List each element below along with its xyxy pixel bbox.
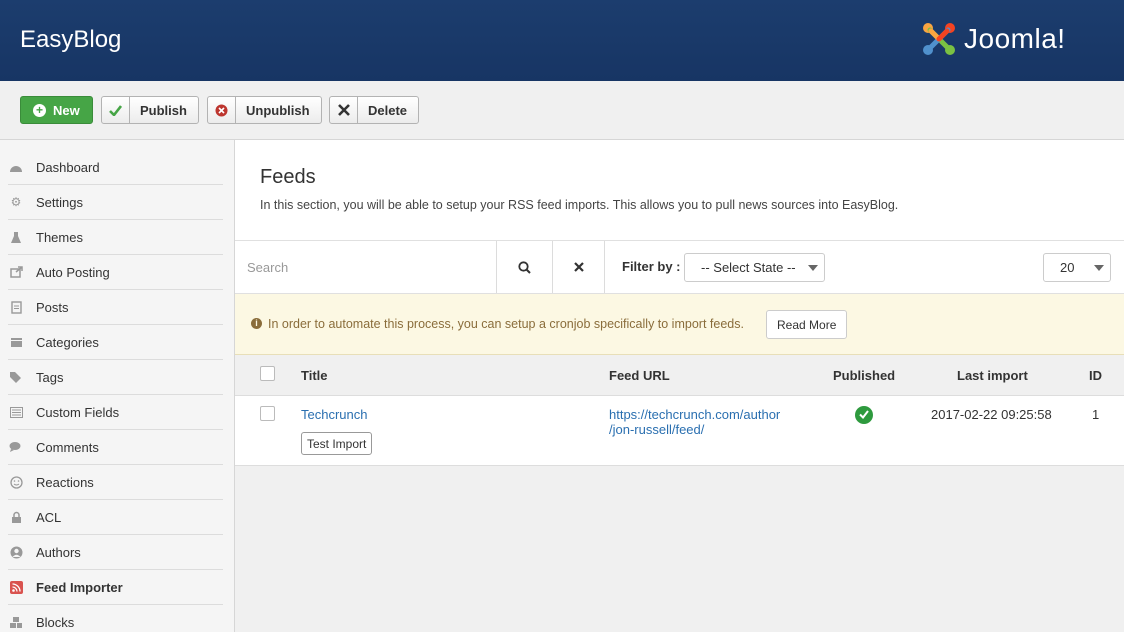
dashboard-icon [8, 159, 24, 175]
publish-button-label: Publish [140, 102, 187, 118]
page-header: Feeds In this section, you will be able … [235, 140, 1124, 240]
smile-icon [8, 474, 24, 490]
app-header: EasyBlog Joomla! [0, 0, 1124, 81]
limit-select-value: 20 [1060, 260, 1075, 275]
sidebar-item-posts[interactable]: Posts [8, 290, 223, 325]
chevron-down-icon [808, 265, 818, 271]
list-icon [8, 404, 24, 420]
close-icon [330, 97, 358, 123]
sidebar-item-blocks[interactable]: Blocks [8, 605, 223, 632]
lock-icon [8, 509, 24, 525]
id-value: 1 [1092, 407, 1100, 422]
select-all-checkbox[interactable] [260, 366, 275, 381]
filter-bar: Filter by : -- Select State -- 20 [235, 240, 1124, 294]
test-import-button[interactable]: Test Import [301, 432, 373, 455]
sidebar-item-label: Auto Posting [36, 264, 110, 280]
sidebar-item-categories[interactable]: Categories [8, 325, 223, 360]
sidebar-item-dashboard[interactable]: Dashboard [8, 150, 223, 185]
cronjob-notice: i In order to automate this process, you… [235, 294, 1124, 355]
unpublish-icon [208, 97, 236, 123]
column-last-import[interactable]: Last import [957, 368, 1028, 383]
state-select-value: -- Select State -- [701, 260, 796, 275]
notice-text: In order to automate this process, you c… [268, 317, 744, 331]
sidebar-item-comments[interactable]: Comments [8, 430, 223, 465]
user-icon [8, 544, 24, 560]
last-import-value: 2017-02-22 09:25:58 [931, 407, 1052, 422]
feed-url-line-1: https://techcrunch.com/author [609, 407, 781, 422]
gear-icon: ⚙ [10, 195, 22, 209]
close-icon [573, 262, 584, 272]
feed-title-link[interactable]: Techcrunch [301, 407, 367, 422]
state-select[interactable]: -- Select State -- [684, 253, 825, 282]
joomla-logo[interactable]: Joomla! [920, 20, 1066, 58]
sidebar-item-label: Tags [36, 369, 64, 385]
publish-button[interactable]: Publish [101, 96, 199, 124]
sidebar-item-acl[interactable]: ACL [8, 500, 223, 535]
search-button[interactable] [497, 241, 553, 293]
sidebar-item-themes[interactable]: Themes [8, 220, 223, 255]
new-button[interactable]: + New [20, 96, 93, 124]
unpublish-button-label: Unpublish [246, 102, 310, 118]
sidebar: Dashboard ⚙ Settings Themes Auto Posting… [0, 140, 235, 632]
sidebar-item-settings[interactable]: ⚙ Settings [8, 185, 223, 220]
sidebar-item-authors[interactable]: Authors [8, 535, 223, 570]
search-icon [518, 260, 531, 274]
table-header: Title Feed URL Published Last import ID [235, 355, 1124, 396]
sidebar-item-reactions[interactable]: Reactions [8, 465, 223, 500]
sidebar-item-label: Authors [36, 544, 81, 560]
chevron-down-icon [1094, 265, 1104, 271]
table-row: Techcrunch Test Import https://techcrunc… [235, 396, 1124, 466]
plus-icon: + [33, 103, 46, 117]
unpublish-button[interactable]: Unpublish [207, 96, 322, 124]
sidebar-item-label: ACL [36, 509, 62, 525]
page-title: Feeds [260, 166, 316, 188]
rss-icon [8, 579, 24, 595]
column-published[interactable]: Published [833, 368, 895, 383]
limit-select[interactable]: 20 [1043, 253, 1111, 282]
app-title: EasyBlog [20, 26, 122, 53]
folder-icon [8, 334, 24, 350]
row-checkbox[interactable] [260, 406, 275, 421]
read-more-button[interactable]: Read More [766, 310, 848, 339]
sidebar-item-label: Categories [36, 334, 99, 350]
blocks-icon [8, 615, 24, 631]
checkmark-icon [102, 97, 130, 123]
sidebar-item-label: Dashboard [36, 159, 100, 175]
filter-label: Filter by : [622, 259, 681, 274]
column-id[interactable]: ID [1089, 368, 1102, 383]
delete-button-label: Delete [368, 102, 408, 118]
sidebar-item-tags[interactable]: Tags [8, 360, 223, 395]
published-check-icon[interactable] [855, 406, 873, 424]
sidebar-item-label: Comments [36, 439, 99, 455]
tags-icon [8, 369, 24, 385]
column-title[interactable]: Title [301, 368, 328, 383]
sidebar-item-feed-importer[interactable]: Feed Importer [8, 570, 223, 605]
sidebar-item-custom-fields[interactable]: Custom Fields [8, 395, 223, 430]
flask-icon [8, 229, 24, 245]
column-feed-url[interactable]: Feed URL [609, 368, 670, 383]
sidebar-item-label: Custom Fields [36, 404, 120, 420]
sidebar-item-auto-posting[interactable]: Auto Posting [8, 255, 223, 290]
sidebar-item-label: Settings [36, 194, 83, 210]
search-input[interactable] [235, 241, 497, 293]
main-content: Feeds In this section, you will be able … [235, 140, 1124, 632]
joomla-logo-icon [923, 23, 955, 55]
share-icon [8, 264, 24, 280]
comments-icon [8, 439, 24, 455]
toolbar: + New Publish Unpublish Delete [0, 81, 1124, 140]
joomla-wordmark: Joomla! [964, 23, 1066, 54]
sidebar-item-label: Blocks [36, 615, 75, 630]
sidebar-item-label: Feed Importer [36, 579, 123, 595]
info-icon: i [251, 318, 262, 329]
page-description: In this section, you will be able to set… [260, 198, 899, 212]
new-button-label: New [53, 102, 80, 118]
clear-search-button[interactable] [553, 241, 605, 293]
delete-button[interactable]: Delete [329, 96, 420, 124]
feed-url-link[interactable]: https://techcrunch.com/author /jon-russe… [609, 407, 780, 437]
feed-url-line-2: /jon-russell/feed/ [609, 422, 705, 437]
sidebar-item-label: Reactions [36, 474, 94, 490]
document-icon [8, 299, 24, 315]
sidebar-item-label: Posts [36, 299, 69, 315]
sidebar-item-label: Themes [36, 229, 83, 245]
